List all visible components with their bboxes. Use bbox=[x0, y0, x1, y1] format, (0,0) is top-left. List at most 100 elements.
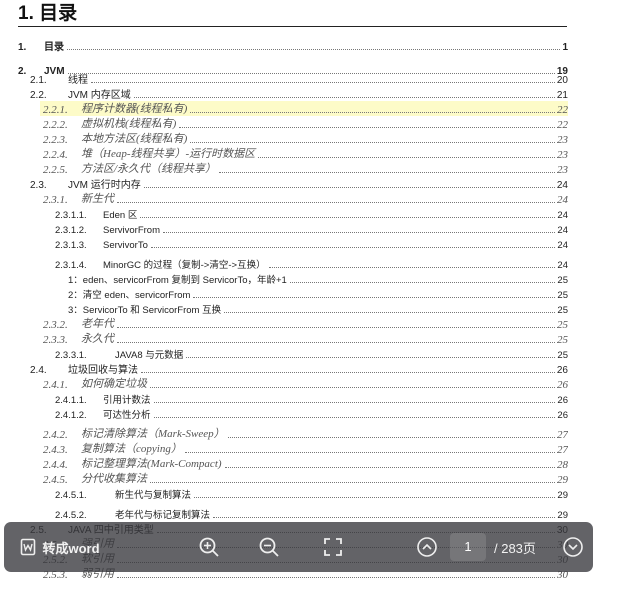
toc-entry-label: JVM 内存区域 bbox=[68, 90, 131, 101]
toc-entry[interactable]: 2.2.1. 程序计数器(线程私有) 22 bbox=[40, 101, 568, 116]
toc-entry[interactable]: 2.3.1.2. ServivorFrom 24 bbox=[0, 221, 568, 236]
toc-entry[interactable]: 2.2.3. 本地方法区(线程私有) 23 bbox=[0, 131, 568, 146]
toc-entry-label: 引用计数法 bbox=[103, 395, 151, 406]
next-page-button[interactable] bbox=[558, 531, 588, 563]
toc-leader-dots bbox=[133, 97, 555, 98]
zoom-in-icon bbox=[199, 537, 219, 557]
page-title-text: 1. 目录 bbox=[18, 3, 78, 24]
toc-leader-dots bbox=[150, 247, 556, 248]
toc-entry[interactable]: 3：ServicorTo 和 ServicorFrom 互换 25 bbox=[0, 301, 568, 316]
toc-leader-dots bbox=[227, 437, 555, 438]
toc-entry[interactable]: 2.2. JVM 内存区域 21 bbox=[0, 86, 568, 101]
toc-entry-label: 如何确定垃圾 bbox=[81, 378, 147, 390]
toc-entry[interactable]: 2.3.2. 老年代 25 bbox=[0, 316, 568, 331]
toc-entry[interactable]: 2.3.1.4. MinorGC 的过程（复制->清空->互换） 24 bbox=[0, 256, 568, 271]
toc-entry[interactable]: 2.1. 线程 20 bbox=[0, 71, 568, 86]
toc-entry-label: JAVA8 与元数据 bbox=[115, 350, 184, 361]
toc-entry[interactable]: 2.3.1.1. Eden 区 24 bbox=[0, 206, 568, 221]
toc-entry-number: 2.3.3.1. bbox=[55, 350, 87, 361]
toc-leader-dots bbox=[224, 467, 555, 468]
toc-entry-number: 2.2.1. bbox=[43, 104, 68, 116]
convert-to-word-button[interactable]: 转成word bbox=[10, 531, 110, 563]
toc-leader-dots bbox=[258, 157, 555, 158]
toc-entry-page: 26 bbox=[556, 365, 568, 376]
toc-entry-number: 2.3.1.4. bbox=[55, 260, 87, 271]
toc-entry-page: 24 bbox=[557, 225, 568, 236]
toc-entry-page: 27 bbox=[557, 429, 568, 441]
toc-entry-number: 2.3.1. bbox=[43, 194, 68, 206]
document-page: 1. 目录 1. 目录 1 2. JVM 19 2.1. 线程 20 2.2. JVM 内存区域 21… bbox=[0, 0, 619, 616]
toc-leader-dots bbox=[141, 372, 555, 373]
toc-entry[interactable]: 2.4.3. 复制算法（copying） 27 bbox=[0, 441, 568, 456]
toc-entry-page: 25 bbox=[557, 334, 568, 346]
toc-entry-number: 2.3.3. bbox=[43, 334, 68, 346]
toc-entry[interactable]: 2.4.1. 如何确定垃圾 26 bbox=[0, 376, 568, 391]
toc-entry-number: 2.4.1.1. bbox=[55, 395, 87, 406]
toc-entry-page: 24 bbox=[557, 194, 568, 206]
toc-entry-label: 分代收集算法 bbox=[81, 473, 147, 485]
toc-leader-dots bbox=[186, 357, 556, 358]
fullscreen-button[interactable] bbox=[318, 531, 348, 563]
toc-entry[interactable]: 2.4. 垃圾回收与算法 26 bbox=[0, 361, 568, 376]
toc-entry[interactable]: 2.2.4. 堆（Heap-线程共享）-运行时数据区 23 bbox=[0, 146, 568, 161]
toc-entry-label: 2：清空 eden、servicorFrom bbox=[68, 290, 191, 301]
zoom-out-button[interactable] bbox=[254, 531, 284, 563]
toc-entry-number: 2.2.4. bbox=[43, 149, 68, 161]
toc-entry[interactable]: 2.3.3.1. JAVA8 与元数据 25 bbox=[0, 346, 568, 361]
toc-entry-page: 22 bbox=[557, 104, 568, 116]
toc-leader-dots bbox=[153, 402, 556, 403]
toc-entry[interactable]: 2.4.2. 标记清除算法（Mark-Sweep） 27 bbox=[0, 426, 568, 441]
toc-entry-label: 新生代 bbox=[81, 193, 114, 205]
toc-entry-number: 2.3.1.2. bbox=[55, 225, 87, 236]
toc-leader-dots bbox=[194, 497, 556, 498]
toc-entry-label: 复制算法（copying） bbox=[81, 443, 182, 455]
chevron-up-icon bbox=[417, 537, 437, 557]
toc-entry-label: 程序计数器(线程私有) bbox=[81, 103, 188, 115]
page-title: 1. 目录 bbox=[18, 2, 567, 27]
toc-entry-page: 25 bbox=[557, 319, 568, 331]
toc-entry[interactable]: 2.3.1. 新生代 24 bbox=[0, 191, 568, 206]
toc-entry-label: 新生代与复制算法 bbox=[115, 490, 192, 501]
toc-entry[interactable]: 2.3. JVM 运行时内存 24 bbox=[0, 176, 568, 191]
toc-entry[interactable]: 2.4.5.2. 老年代与标记复制算法 29 bbox=[0, 506, 568, 521]
toc-leader-dots bbox=[190, 112, 555, 113]
toc-entry-page: 25 bbox=[557, 350, 568, 361]
previous-page-button[interactable] bbox=[412, 531, 442, 563]
current-page-field[interactable]: 1 bbox=[450, 533, 486, 561]
toc-leader-dots bbox=[117, 577, 555, 578]
toc-entry-number: 2.2.3. bbox=[43, 134, 68, 146]
toc-entry-label: 永久代 bbox=[81, 333, 114, 345]
toc-entry-page: 24 bbox=[557, 210, 568, 221]
toc-entry-label: 3：ServicorTo 和 ServicorFrom 互换 bbox=[68, 305, 222, 316]
toc-entry[interactable]: 2.3.3. 永久代 25 bbox=[0, 331, 568, 346]
toc-entry-label: 标记整理算法(Mark-Compact) bbox=[81, 458, 222, 470]
toc-entry[interactable]: 2.4.1.2. 可达性分析 26 bbox=[0, 406, 568, 421]
toc-entry[interactable]: 2.2.2. 虚拟机栈(线程私有) 22 bbox=[0, 116, 568, 131]
toc-entry[interactable]: 2.4.5.1. 新生代与复制算法 29 bbox=[0, 486, 568, 501]
zoom-in-button[interactable] bbox=[194, 531, 224, 563]
toc-entry-label: 线程 bbox=[68, 75, 88, 86]
toc-leader-dots bbox=[163, 232, 556, 233]
toc-entry[interactable]: 2.4.5. 分代收集算法 29 bbox=[0, 471, 568, 486]
toc-entry-label: MinorGC 的过程（复制->清空->互换） bbox=[103, 260, 266, 271]
toc-entry-label: JVM 运行时内存 bbox=[68, 180, 141, 191]
toc-entry-number: 2.4.1. bbox=[43, 379, 68, 391]
toc-entry[interactable]: 1：eden、servicorFrom 复制到 ServicorTo，年龄+1 2… bbox=[0, 271, 568, 286]
toc-entry-page: 20 bbox=[556, 75, 568, 86]
toc-entry[interactable]: 1. 目录 1 bbox=[0, 38, 568, 53]
toc-entry[interactable]: 2.2.5. 方法区/永久代（线程共享） 23 bbox=[0, 161, 568, 176]
toc-entry[interactable]: 2.4.4. 标记整理算法(Mark-Compact) 28 bbox=[0, 456, 568, 471]
toc-entry-page: 23 bbox=[557, 134, 568, 146]
toc-entry[interactable]: 2.3.1.3. ServivorTo 24 bbox=[0, 236, 568, 251]
toc-entry[interactable]: 2：清空 eden、servicorFrom 25 bbox=[0, 286, 568, 301]
toc-entry-number: 2.1. bbox=[30, 75, 47, 86]
word-doc-icon bbox=[21, 538, 36, 556]
toc-entry-page: 23 bbox=[557, 149, 568, 161]
reader-toolbar: 转成word 1 / 283页 bbox=[4, 522, 593, 572]
toc-entry-number: 2.4.1.2. bbox=[55, 410, 87, 421]
toc-entry-page: 24 bbox=[557, 260, 568, 271]
toc-entry-page: 24 bbox=[556, 180, 568, 191]
toc-entry-number: 2.4.4. bbox=[43, 459, 68, 471]
toc-entry[interactable]: 2.4.1.1. 引用计数法 26 bbox=[0, 391, 568, 406]
toc-leader-dots bbox=[153, 417, 556, 418]
